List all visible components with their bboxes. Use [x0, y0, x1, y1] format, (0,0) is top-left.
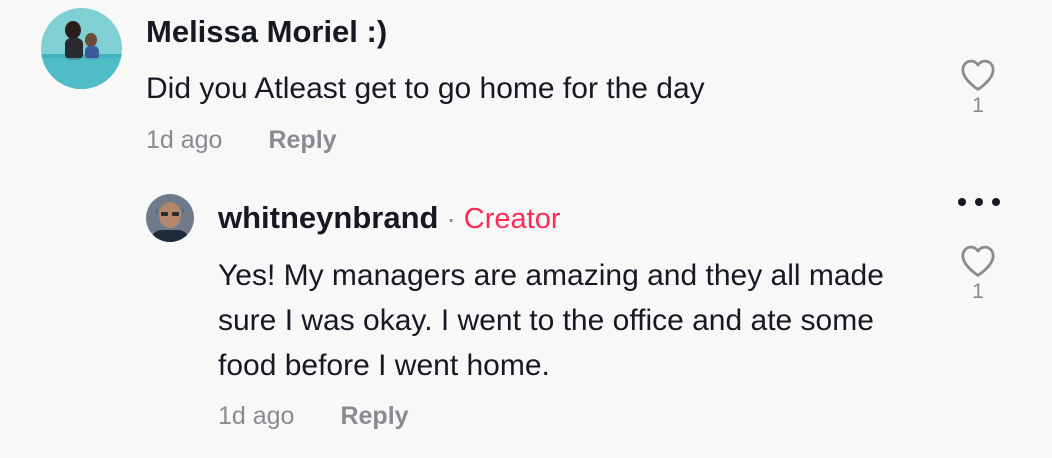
- more-options-button[interactable]: [954, 192, 1004, 212]
- reply-button[interactable]: Reply: [340, 402, 408, 430]
- like-count: 1: [972, 280, 984, 303]
- like-button[interactable]: 1: [956, 58, 1000, 118]
- reply-username[interactable]: whitneynbrand: [218, 200, 438, 235]
- avatar[interactable]: [41, 8, 122, 89]
- heart-outline-icon: [961, 245, 995, 277]
- avatar-photo-creator: [146, 194, 194, 242]
- comment-username[interactable]: Melissa Moriel :): [146, 14, 387, 50]
- reply-button[interactable]: Reply: [268, 126, 336, 154]
- reply-meta: 1d ago Reply: [218, 402, 409, 431]
- more-dot: [992, 198, 1000, 206]
- reply-text: Yes! My managers are amazing and they al…: [218, 259, 884, 382]
- reply-username-line: whitneynbrand · Creator: [218, 200, 560, 236]
- comment-text: Did you Atleast get to go home for the d…: [146, 72, 705, 105]
- separator-dot: ·: [446, 203, 456, 234]
- comment-timestamp: 1d ago: [146, 126, 223, 154]
- like-count: 1: [972, 94, 984, 117]
- more-dot: [958, 198, 966, 206]
- avatar[interactable]: [146, 194, 194, 242]
- reply-timestamp: 1d ago: [218, 402, 295, 430]
- like-button[interactable]: 1: [956, 244, 1000, 304]
- avatar-photo-pool: [41, 8, 122, 89]
- more-dot: [975, 198, 983, 206]
- comment-meta: 1d ago Reply: [146, 126, 337, 155]
- heart-outline-icon: [961, 59, 995, 91]
- creator-badge: Creator: [463, 203, 561, 235]
